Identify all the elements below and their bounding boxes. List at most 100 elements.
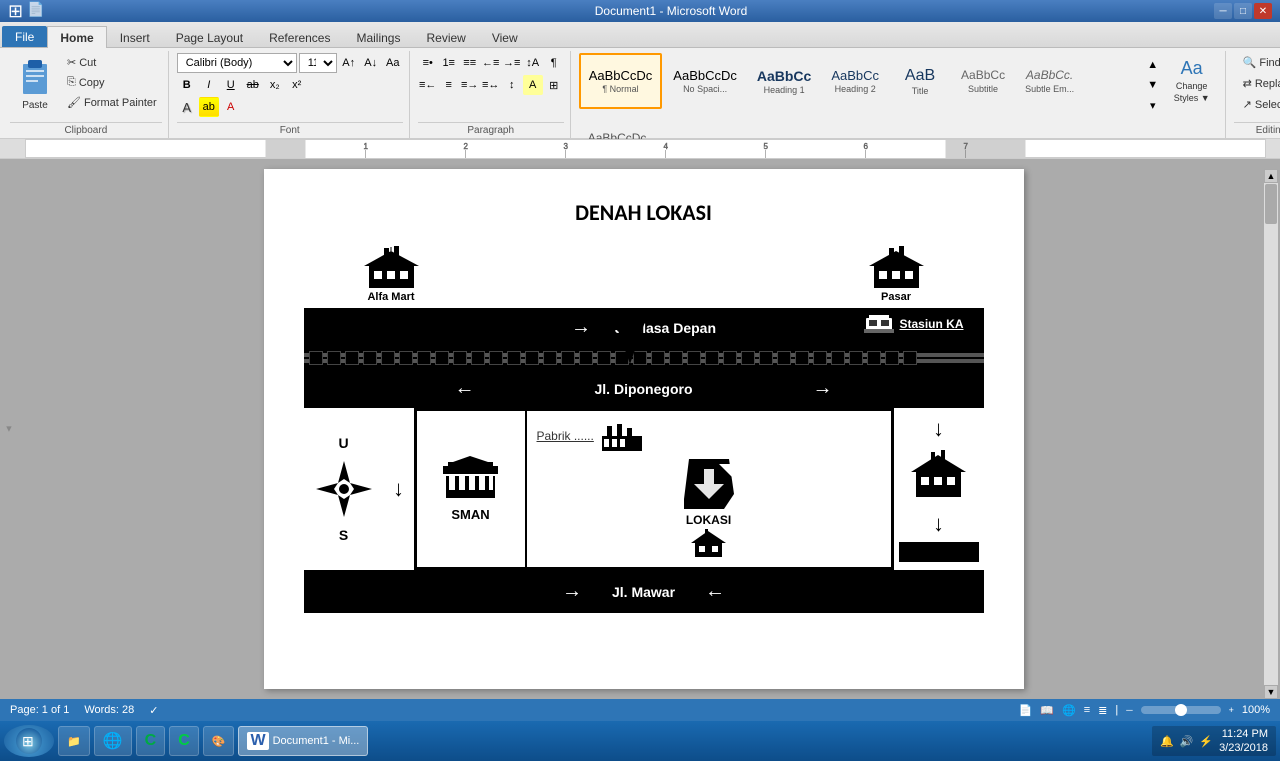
change-styles-button[interactable]: Aa ChangeStyles ▼ <box>1165 53 1219 109</box>
bold-button[interactable]: B <box>177 75 197 95</box>
document-area[interactable]: DENAH LOKASI <box>25 159 1262 699</box>
ribbon-content: Paste ✂ Cut ⎘ Copy 🖌 Format Painter <box>0 48 1280 138</box>
zoom-slider[interactable] <box>1141 706 1221 714</box>
styles-scroll-down[interactable]: ▼ <box>1143 75 1163 95</box>
taskbar-app2[interactable]: C <box>169 726 199 756</box>
clipboard-content: Paste ✂ Cut ⎘ Copy 🖌 Format Painter <box>10 51 162 122</box>
view-outline-icon[interactable]: ≡ <box>1084 704 1090 716</box>
clipboard-small-buttons: ✂ Cut ⎘ Copy 🖌 Format Painter <box>62 53 162 112</box>
paste-label: Paste <box>22 100 48 111</box>
titlebar: ⊞ 📄 Document1 - Microsoft Word ─ □ ✕ <box>0 0 1280 22</box>
tab-review[interactable]: Review <box>413 26 478 48</box>
style-subtle-em-preview: AaBbCc. <box>1026 68 1073 84</box>
italic-button[interactable]: I <box>199 75 219 95</box>
tab-page-layout[interactable]: Page Layout <box>163 26 256 48</box>
select-button[interactable]: ↗ Select ▼ <box>1234 95 1280 114</box>
svg-text:3: 3 <box>564 142 569 151</box>
zoom-out-icon[interactable]: ─ <box>1126 705 1132 715</box>
style-title[interactable]: AaB Title <box>890 53 950 109</box>
para-row2: ≡← ≡ ≡→ ≡↔ ↕ A ⊞ <box>418 75 564 95</box>
svg-text:6: 6 <box>864 142 869 151</box>
close-button[interactable]: ✕ <box>1254 3 1272 19</box>
sman-cell: SMAN <box>417 411 527 567</box>
font-size-select[interactable]: 11 <box>299 53 337 73</box>
copy-button[interactable]: ⎘ Copy <box>62 73 162 92</box>
font-row1: Calibri (Body) 11 A↑ A↓ Aa <box>177 53 403 73</box>
tab-view[interactable]: View <box>479 26 531 48</box>
style-subtitle[interactable]: AaBbCc Subtitle <box>952 53 1014 109</box>
align-right-button[interactable]: ≡→ <box>460 75 480 95</box>
scroll-track[interactable] <box>1264 183 1278 685</box>
jl-mawar-label: Jl. Mawar <box>612 584 675 600</box>
scroll-thumb[interactable] <box>1265 184 1277 224</box>
inner-map-row: SMAN Pabrik ...... <box>417 411 891 567</box>
paste-button[interactable]: Paste <box>10 53 60 114</box>
font-shrink-button[interactable]: A↓ <box>361 53 381 73</box>
zoom-thumb <box>1175 704 1187 716</box>
style-no-spacing[interactable]: AaBbCcDc No Spaci... <box>664 53 746 109</box>
underline-button[interactable]: U <box>221 75 241 95</box>
highlight-button[interactable]: ab <box>199 97 219 117</box>
subscript-button[interactable]: x₂ <box>265 75 285 95</box>
line-spacing-button[interactable]: ↕ <box>502 75 522 95</box>
styles-more-button[interactable]: ▾ <box>1143 95 1163 115</box>
tab-home[interactable]: Home <box>47 26 106 48</box>
taskbar-paint[interactable]: 🎨 <box>203 726 235 756</box>
strikethrough-button[interactable]: ab <box>243 75 263 95</box>
start-button[interactable]: ⊞ <box>4 725 54 757</box>
style-title-preview: AaB <box>905 66 935 87</box>
clear-format-button[interactable]: Aa <box>383 53 403 73</box>
superscript-button[interactable]: x² <box>287 75 307 95</box>
tab-mailings[interactable]: Mailings <box>343 26 413 48</box>
pasar-icon: Pasar <box>869 246 924 303</box>
map-container: Alfa Mart Pasar <box>304 246 984 613</box>
maximize-button[interactable]: □ <box>1234 3 1252 19</box>
lokasi-label-area: LOKASI <box>686 513 731 557</box>
replace-button[interactable]: ⇄ Replace <box>1234 74 1280 93</box>
taskbar-ie[interactable]: 🌐 <box>94 726 132 756</box>
multilevel-button[interactable]: ≡≡ <box>460 53 480 73</box>
find-button[interactable]: 🔍 Find ▼ <box>1234 53 1280 72</box>
minimize-button[interactable]: ─ <box>1214 3 1232 19</box>
view-web-icon[interactable]: 🌐 <box>1062 704 1076 717</box>
system-tray: 🔔 🔊 ⚡ 11:24 PM 3/23/2018 <box>1152 726 1276 756</box>
taskbar-app1[interactable]: C <box>136 726 166 756</box>
borders-button[interactable]: ⊞ <box>544 75 564 95</box>
bullets-button[interactable]: ≡• <box>418 53 438 73</box>
show-para-button[interactable]: ¶ <box>544 53 564 73</box>
shading-button[interactable]: A <box>523 75 543 95</box>
styles-scroll-up[interactable]: ▲ <box>1143 55 1163 75</box>
style-subtle-em[interactable]: AaBbCc. Subtle Em... <box>1016 53 1083 109</box>
align-left-button[interactable]: ≡← <box>418 75 438 95</box>
increase-indent-button[interactable]: →≡ <box>502 53 522 73</box>
tab-insert[interactable]: Insert <box>107 26 163 48</box>
style-heading2[interactable]: AaBbCc Heading 2 <box>822 53 888 109</box>
numbering-button[interactable]: 1≡ <box>439 53 459 73</box>
view-full-reading-icon[interactable]: 📖 <box>1040 704 1054 717</box>
view-print-icon[interactable]: 📄 <box>1019 704 1033 717</box>
decrease-indent-button[interactable]: ←≡ <box>481 53 501 73</box>
font-row3: A ab A <box>177 97 403 117</box>
justify-button[interactable]: ≡↔ <box>481 75 501 95</box>
taskbar-word[interactable]: W Document1 - Mi... <box>238 726 368 756</box>
font-name-select[interactable]: Calibri (Body) <box>177 53 297 73</box>
align-center-button[interactable]: ≡ <box>439 75 459 95</box>
zoom-in-icon[interactable]: + <box>1229 705 1234 715</box>
paint-icon: 🎨 <box>212 735 226 748</box>
text-effect-button[interactable]: A <box>177 97 197 117</box>
tab-references[interactable]: References <box>256 26 343 48</box>
cut-button[interactable]: ✂ Cut <box>62 53 162 72</box>
ruler-right <box>1266 139 1280 158</box>
south-label: S <box>339 527 348 543</box>
sort-button[interactable]: ↕A <box>523 53 543 73</box>
taskbar-explorer[interactable]: 📁 <box>58 726 90 756</box>
style-normal[interactable]: AaBbCcDc ¶ Normal <box>579 53 663 109</box>
format-painter-button[interactable]: 🖌 Format Painter <box>62 93 162 112</box>
tab-file[interactable]: File <box>2 26 47 47</box>
view-draft-icon[interactable]: ≣ <box>1098 704 1107 717</box>
font-grow-button[interactable]: A↑ <box>339 53 359 73</box>
font-color-button[interactable]: A <box>221 97 241 117</box>
scroll-down-button[interactable]: ▼ <box>1264 685 1278 699</box>
scroll-up-button[interactable]: ▲ <box>1264 169 1278 183</box>
style-heading1[interactable]: AaBbCc Heading 1 <box>748 53 820 109</box>
